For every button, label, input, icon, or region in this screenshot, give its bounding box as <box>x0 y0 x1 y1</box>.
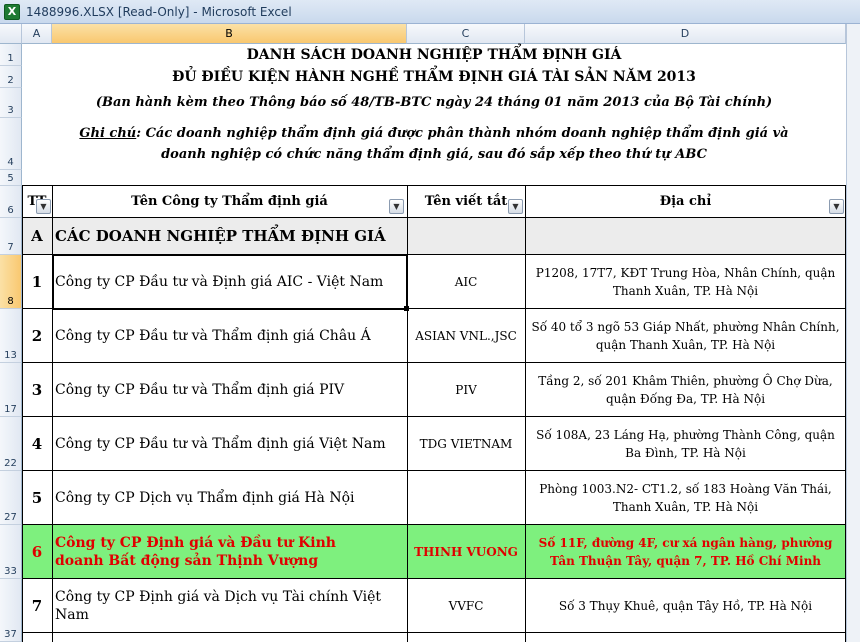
fill-handle[interactable] <box>404 306 409 311</box>
sheet-title-1[interactable]: DANH SÁCH DOANH NGHIỆP THẨM ĐỊNH GIÁ <box>22 44 846 66</box>
row-header-3[interactable]: 3 <box>0 88 22 118</box>
section-label[interactable]: CÁC DOANH NGHIỆP THẨM ĐỊNH GIÁ <box>52 218 407 254</box>
table-border <box>525 186 526 642</box>
column-header-a[interactable]: A <box>22 24 52 44</box>
row-tt[interactable]: 6 <box>22 525 52 578</box>
window-titlebar: X 1488996.XLSX [Read-Only] - Microsoft E… <box>0 0 860 24</box>
table-border <box>22 186 23 642</box>
row-header-22[interactable]: 22 <box>0 417 22 471</box>
row-company[interactable]: Công ty CP Dịch vụ Thẩm định giá Hà Nội <box>52 471 407 524</box>
row-tt[interactable]: 7 <box>22 579 52 632</box>
row-address[interactable]: Số 3 Thụy Khuê, quận Tây Hồ, TP. Hà Nội <box>530 579 841 632</box>
row-company[interactable]: Công ty CP Đầu tư và Thẩm định giá Châu … <box>52 309 407 362</box>
row-address[interactable]: Số 11F, đường 4F, cư xá ngân hàng, phườn… <box>530 525 841 578</box>
row-tt[interactable]: 3 <box>22 363 52 416</box>
row-header-17[interactable]: 17 <box>0 363 22 417</box>
section-letter[interactable]: A <box>22 218 52 254</box>
excel-icon[interactable]: X <box>4 3 20 20</box>
row-abbr[interactable]: TDG VIETNAM <box>407 417 525 470</box>
table-border <box>407 186 408 642</box>
row-header-1[interactable]: 1 <box>0 44 22 66</box>
row-header-27[interactable]: 27 <box>0 471 22 525</box>
note-line-1: Ghi chú: Các doanh nghiệp thẩm định giá … <box>79 123 788 144</box>
filter-dropdown-icon[interactable]: ▼ <box>508 199 523 214</box>
row-company[interactable]: Công ty CP Định giá và Đầu tư Kinh doanh… <box>52 525 407 578</box>
row-address[interactable]: Số 108A, 23 Láng Hạ, phường Thành Công, … <box>530 417 841 470</box>
row-address[interactable]: P1208, 17T7, KĐT Trung Hòa, Nhân Chính, … <box>530 255 841 308</box>
row-company[interactable]: Công ty CP Đầu tư và Thẩm định giá PIV <box>52 363 407 416</box>
row-address[interactable]: Tầng 2, số 201 Khâm Thiên, phường Ô Chợ … <box>530 363 841 416</box>
column-header-d[interactable]: D <box>525 24 846 44</box>
row-header-33[interactable]: 33 <box>0 525 22 579</box>
row-address[interactable]: Phòng 1003.N2- CT1.2, số 183 Hoàng Văn T… <box>530 471 841 524</box>
row-company[interactable]: Công ty CP Định giá và Dịch vụ Tài chính… <box>52 579 407 632</box>
row-company[interactable]: Công ty CP Đầu tư và Thẩm định giá Việt … <box>52 417 407 470</box>
row-tt[interactable]: 1 <box>22 255 52 308</box>
sheet-title-2[interactable]: ĐỦ ĐIỀU KIỆN HÀNH NGHỀ THẨM ĐỊNH GIÁ TÀI… <box>22 66 846 88</box>
row-header-7[interactable]: 7 <box>0 218 22 255</box>
filter-active-icon[interactable]: ▼ <box>389 199 404 214</box>
row-tt[interactable]: 4 <box>22 417 52 470</box>
row-header-6[interactable]: 6 <box>0 186 22 218</box>
row-abbr[interactable]: PIV <box>407 363 525 416</box>
header-company[interactable]: Tên Công ty Thẩm định giá <box>52 186 407 217</box>
header-address[interactable]: Địa chỉ <box>525 186 846 217</box>
sheet-subtitle[interactable]: (Ban hành kèm theo Thông báo số 48/TB-BT… <box>22 88 846 118</box>
filter-dropdown-icon[interactable]: ▼ <box>36 199 51 214</box>
row-tt[interactable]: 5 <box>22 471 52 524</box>
row-address[interactable]: Số 40 tổ 3 ngõ 53 Giáp Nhất, phường Nhân… <box>530 309 841 362</box>
sheet-note[interactable]: Ghi chú: Các doanh nghiệp thẩm định giá … <box>22 120 846 168</box>
row-abbr[interactable] <box>407 471 525 524</box>
row-header-13[interactable]: 13 <box>0 309 22 363</box>
row-abbr[interactable]: VVFC <box>407 579 525 632</box>
row-company[interactable]: Công ty CP Đầu tư và Định giá AIC - Việt… <box>52 255 407 308</box>
row-abbr[interactable]: AIC <box>407 255 525 308</box>
row-header-37[interactable]: 37 <box>0 579 22 642</box>
note-text-1: : Các doanh nghiệp thẩm định giá được ph… <box>136 126 789 141</box>
table-border <box>52 186 53 642</box>
row-header-4[interactable]: 4 <box>0 118 22 170</box>
note-line-2: doanh nghiệp có chức năng thẩm định giá,… <box>161 147 707 162</box>
note-label: Ghi chú <box>79 126 137 141</box>
select-all-corner[interactable] <box>0 24 22 44</box>
row-header-2[interactable]: 2 <box>0 66 22 88</box>
filter-dropdown-icon[interactable]: ▼ <box>829 199 844 214</box>
table-border <box>22 632 846 633</box>
row-header-5[interactable]: 5 <box>0 170 22 186</box>
column-header-b[interactable]: B <box>52 24 407 44</box>
window-title: 1488996.XLSX [Read-Only] - Microsoft Exc… <box>26 4 292 19</box>
column-header-c[interactable]: C <box>407 24 525 44</box>
row-tt[interactable]: 2 <box>22 309 52 362</box>
row-header-8[interactable]: 8 <box>0 255 22 309</box>
row-abbr[interactable]: THINH VUONG <box>407 525 525 578</box>
row-abbr[interactable]: ASIAN VNL.,JSC <box>407 309 525 362</box>
vertical-scrollbar[interactable] <box>846 24 860 642</box>
